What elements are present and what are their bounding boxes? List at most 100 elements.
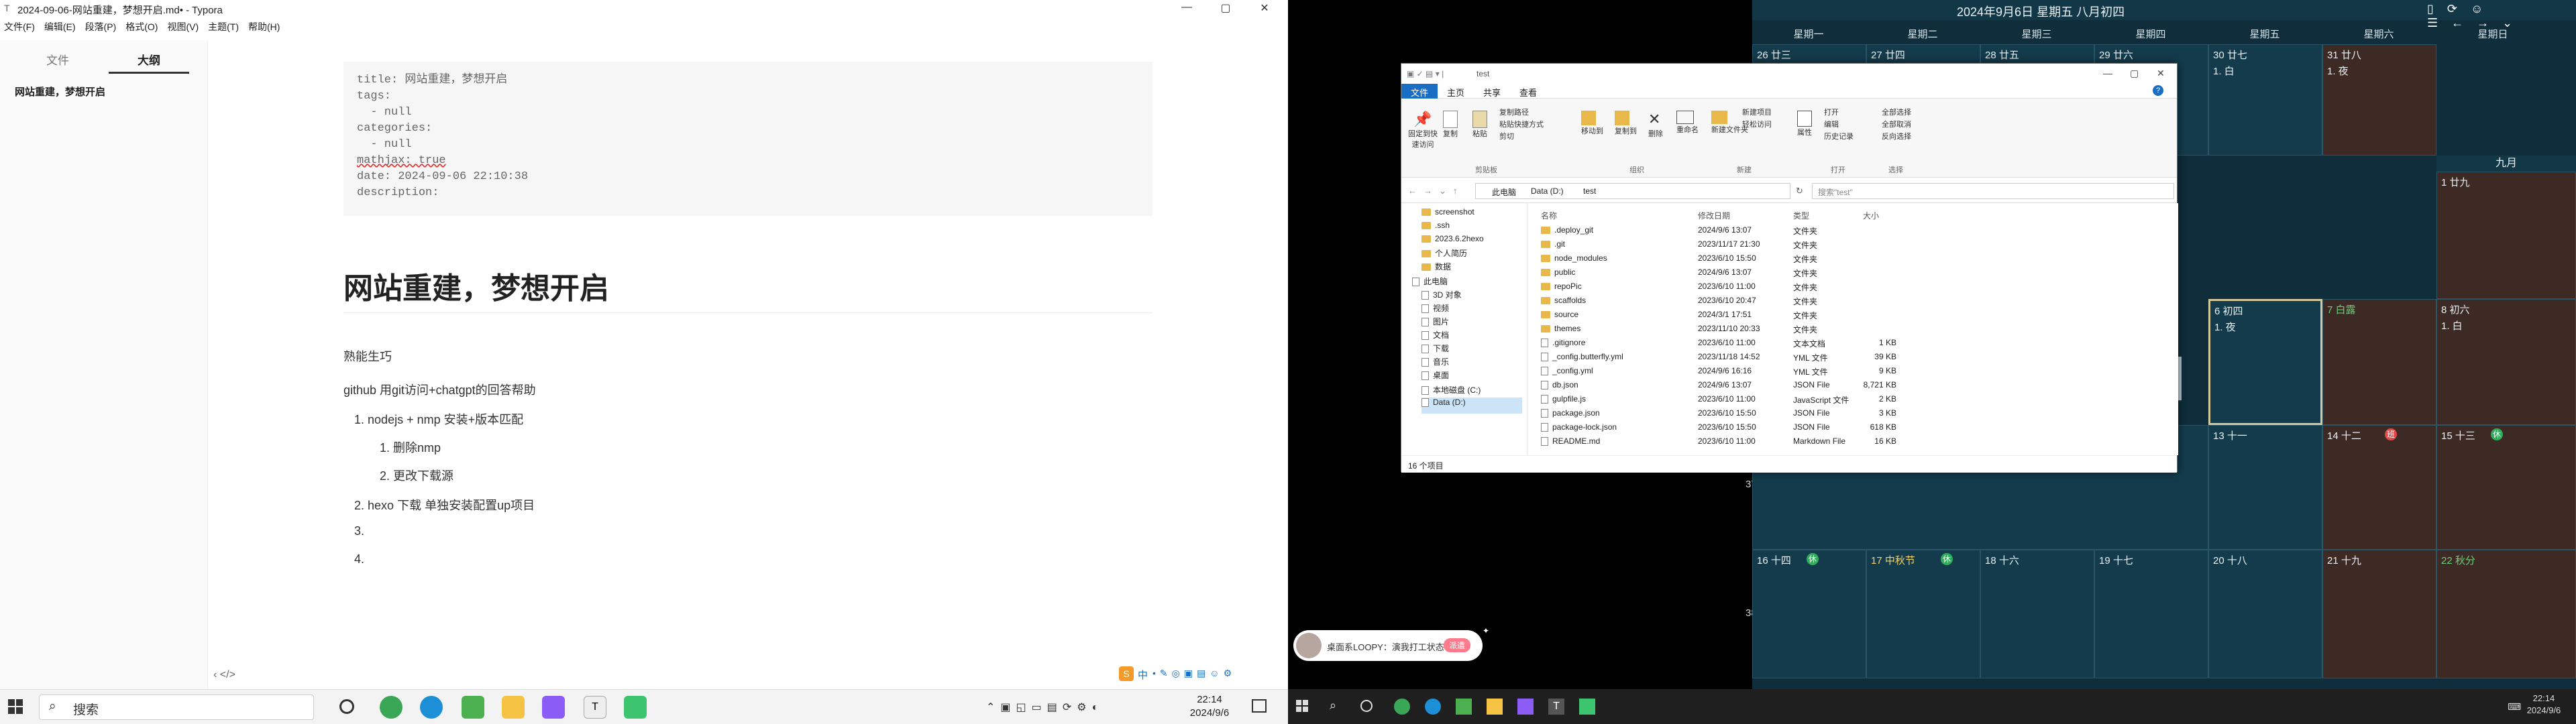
clock-date[interactable]: 2024/9/6 bbox=[2525, 705, 2563, 715]
easy-access-button[interactable]: 轻松访问 bbox=[1742, 119, 1772, 129]
maximize-icon[interactable]: ▢ bbox=[1216, 1, 1236, 15]
calendar-toolbar-icons[interactable]: ▯⟳☺☰←→⌄ bbox=[2427, 2, 2576, 30]
delete-button[interactable]: ✕ 删除 bbox=[1648, 111, 1663, 139]
task-view-icon[interactable] bbox=[339, 699, 354, 714]
folder-icon[interactable] bbox=[1487, 699, 1503, 715]
task-view-icon[interactable] bbox=[1360, 700, 1373, 712]
new-item-button[interactable]: 新建项目 bbox=[1742, 107, 1772, 117]
paragraph[interactable]: 熟能生巧 bbox=[343, 347, 392, 365]
calendar-day[interactable]: 16 十四 休 bbox=[1752, 550, 1866, 678]
breadcrumb-item[interactable]: test bbox=[1583, 186, 1596, 196]
start-icon[interactable] bbox=[8, 699, 23, 714]
keyboard-icon[interactable]: ⌨ bbox=[2508, 701, 2521, 713]
column-header[interactable]: 修改日期 bbox=[1698, 210, 1730, 221]
list-item[interactable]: 1. 删除nmp bbox=[380, 438, 441, 456]
app-icon[interactable] bbox=[542, 696, 565, 719]
file-row[interactable]: db.json 2024/9/6 13:07 JSON File 8,721 KB bbox=[1527, 378, 2178, 392]
menu-file[interactable]: 文件(F) bbox=[4, 21, 35, 32]
nav-item[interactable]: 数据 bbox=[1421, 261, 1451, 277]
minimize-icon[interactable]: — bbox=[1177, 1, 1197, 13]
notification-icon[interactable] bbox=[1252, 699, 1267, 713]
file-row[interactable]: _config.yml 2024/9/6 16:16 YML 文件 9 KB bbox=[1527, 364, 2178, 378]
start-icon[interactable] bbox=[1296, 700, 1308, 712]
calendar-day[interactable]: 19 十七 bbox=[2094, 550, 2208, 678]
move-to-button[interactable]: 移动到 bbox=[1581, 111, 1603, 136]
calendar-day[interactable]: 22 秋分 bbox=[2436, 550, 2576, 678]
file-row[interactable]: repoPic 2023/6/10 11:00 文件夹 bbox=[1527, 280, 2178, 294]
bubble-tag[interactable]: 派遣 bbox=[1444, 638, 1471, 652]
clock-date[interactable]: 2024/9/6 bbox=[1186, 707, 1233, 719]
calendar-day[interactable]: 30 廿七 1. 白 bbox=[2208, 44, 2322, 156]
invert-selection-button[interactable]: 反向选择 bbox=[1882, 131, 1911, 141]
list-item[interactable]: 4. bbox=[354, 552, 364, 566]
calendar-day[interactable]: 7 白露 bbox=[2322, 299, 2436, 425]
menu-paragraph[interactable]: 段落(P) bbox=[85, 21, 117, 32]
typora-icon[interactable]: T bbox=[1548, 699, 1564, 715]
calendar-day-today[interactable]: 6 初四 1. 夜 bbox=[2208, 299, 2322, 425]
nav-item[interactable]: Data (D:) bbox=[1421, 398, 1522, 414]
nav-item[interactable]: 桌面 bbox=[1421, 369, 1449, 385]
chrome-icon[interactable] bbox=[380, 696, 402, 719]
file-row[interactable]: public 2024/9/6 13:07 文件夹 bbox=[1527, 265, 2178, 280]
tab-outline[interactable]: 大纲 bbox=[109, 51, 189, 74]
calendar-day[interactable]: 31 廿八 1. 夜 bbox=[2322, 44, 2436, 156]
refresh-icon[interactable]: ↻ bbox=[1796, 186, 1803, 196]
menu-edit[interactable]: 编辑(E) bbox=[44, 21, 76, 32]
file-row[interactable]: scaffolds 2023/6/10 20:47 文件夹 bbox=[1527, 294, 2178, 308]
calendar-day[interactable]: 14 十二 班 bbox=[2322, 425, 2436, 550]
quick-access-toolbar[interactable]: ▣ ✓ ▤ ▾ | bbox=[1407, 69, 1444, 78]
source-mode-toggle[interactable]: ‹ </> bbox=[213, 669, 235, 681]
ime-lang[interactable]: 中 bbox=[1138, 668, 1148, 682]
document-heading[interactable]: 网站重建，梦想开启 bbox=[343, 264, 1152, 313]
calendar-day[interactable]: 20 十八 bbox=[2208, 550, 2322, 678]
calendar-day[interactable]: 21 十九 bbox=[2322, 550, 2436, 678]
edge-icon[interactable] bbox=[420, 696, 443, 719]
open-button[interactable]: 打开 bbox=[1824, 107, 1839, 117]
file-row[interactable]: README.md 2023/6/10 11:00 Markdown File 16 … bbox=[1527, 434, 2178, 448]
file-row[interactable]: package-lock.json 2023/6/10 15:50 JSON Fil… bbox=[1527, 420, 2178, 434]
file-row[interactable]: .git 2023/11/17 21:30 文件夹 bbox=[1527, 237, 2178, 251]
rename-button[interactable]: 重命名 bbox=[1676, 111, 1699, 135]
tray-icons[interactable]: ⌃▣◱▭▤⟳⚙◐ bbox=[986, 701, 1104, 714]
chrome-icon[interactable] bbox=[1394, 699, 1410, 715]
close-icon[interactable]: ✕ bbox=[2157, 68, 2165, 79]
ime-toolbar-icon[interactable]: •✎◎▣▤☺⚙ bbox=[1152, 668, 1236, 679]
app-icon[interactable] bbox=[1579, 699, 1595, 715]
close-icon[interactable]: ✕ bbox=[1254, 1, 1275, 15]
tab-files[interactable]: 文件 bbox=[17, 51, 98, 68]
search-input[interactable]: 搜索"test" bbox=[1812, 183, 2174, 199]
calendar-day[interactable]: 1 廿九 bbox=[2436, 172, 2576, 299]
calendar-day[interactable]: 8 初六 1. 白 bbox=[2436, 299, 2576, 425]
list-item[interactable]: 2. 更改下载源 bbox=[380, 467, 453, 484]
copy-to-button[interactable]: 复制到 bbox=[1615, 111, 1637, 136]
outline-item[interactable]: 网站重建，梦想开启 bbox=[15, 84, 105, 99]
clock-time[interactable]: 22:14 bbox=[2525, 693, 2563, 703]
file-row[interactable]: themes 2023/11/10 20:33 文件夹 bbox=[1527, 322, 2178, 336]
properties-button[interactable]: 属性 bbox=[1797, 111, 1812, 137]
desktop-pet-bubble[interactable]: 桌面系LOOPY：演我打工状态 派遣 ✦ bbox=[1293, 626, 1489, 661]
app-icon[interactable] bbox=[624, 696, 647, 719]
menu-view[interactable]: 视图(V) bbox=[167, 21, 199, 32]
nav-arrows[interactable]: ←→⌄↑ bbox=[1408, 186, 1464, 196]
maximize-icon[interactable]: ▢ bbox=[2130, 68, 2139, 79]
file-row[interactable]: _config.butterfly.yml 2023/11/18 14:52 YML… bbox=[1527, 350, 2178, 364]
select-none-button[interactable]: 全部取消 bbox=[1882, 119, 1911, 129]
history-button[interactable]: 历史记录 bbox=[1824, 131, 1854, 141]
cut-button[interactable]: 剪切 bbox=[1499, 131, 1514, 141]
breadcrumb[interactable]: 此电脑 Data (D:) test bbox=[1475, 183, 1790, 199]
list-item[interactable]: 3. bbox=[354, 524, 364, 538]
taskbar-search[interactable]: ⌕ 搜索 bbox=[39, 695, 314, 720]
column-header[interactable]: 大小 bbox=[1863, 210, 1879, 221]
front-matter-block[interactable]: title: 网站重建，梦想开启 tags: - null categories… bbox=[343, 62, 1152, 216]
minimize-icon[interactable]: — bbox=[2103, 68, 2112, 78]
menu-help[interactable]: 帮助(H) bbox=[248, 21, 280, 32]
pin-button[interactable]: 📌 固定到快速访问 bbox=[1408, 111, 1438, 149]
select-all-button[interactable]: 全部选择 bbox=[1882, 107, 1911, 117]
file-row[interactable]: source 2024/3/1 17:51 文件夹 bbox=[1527, 308, 2178, 322]
column-header[interactable]: 名称 bbox=[1541, 210, 1557, 221]
file-row[interactable]: package.json 2023/6/10 15:50 JSON File 3 KB bbox=[1527, 406, 2178, 420]
search-icon[interactable]: ⌕ bbox=[1330, 699, 1336, 713]
paste-shortcut-button[interactable]: 粘贴快捷方式 bbox=[1499, 119, 1544, 129]
help-icon[interactable]: ? bbox=[2153, 85, 2163, 96]
app-icon[interactable] bbox=[1517, 699, 1534, 715]
